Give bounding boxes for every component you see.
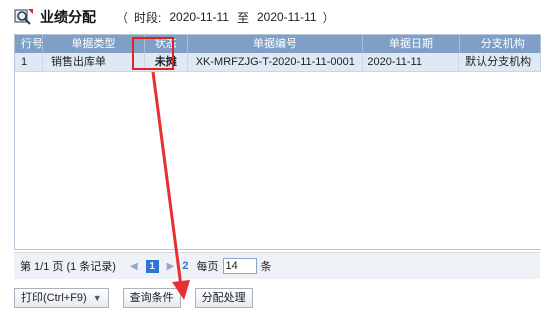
col-header-number[interactable]: 单据编号 bbox=[188, 35, 364, 53]
col-header-branch[interactable]: 分支机构 bbox=[460, 35, 541, 53]
close-paren: ） bbox=[322, 10, 335, 25]
allocate-button[interactable]: 分配处理 bbox=[194, 288, 253, 308]
performance-allocation-window: 业绩分配 （ 时段: 2020-11-11 至 2020-11-11 ） 行号 … bbox=[0, 0, 541, 322]
table-row[interactable]: 1 销售出库单 未摊 XK-MRFZJG-T-2020-11-11-0001 2… bbox=[15, 53, 541, 72]
chevron-down-icon[interactable]: ▼ bbox=[93, 293, 102, 303]
page-info: 第 1/1 页 (1 条记录) bbox=[20, 261, 116, 273]
start-date: 2020-11-11 bbox=[169, 10, 229, 24]
bottom-toolbar: 打印(Ctrl+F9) ▼ 查询条件 分配处理 bbox=[14, 288, 253, 308]
next-page-icon[interactable]: ▶ bbox=[167, 261, 175, 272]
per-page-label: 每页 bbox=[196, 261, 219, 273]
cell-rowno: 1 bbox=[15, 53, 43, 71]
end-date: 2020-11-11 bbox=[256, 10, 317, 24]
cell-branch: 默认分支机构 bbox=[459, 53, 541, 71]
page-nav: ◀ 1 ▶ 2 bbox=[126, 259, 189, 273]
query-conditions-button[interactable]: 查询条件 bbox=[122, 288, 181, 308]
open-paren: （ bbox=[116, 10, 129, 25]
col-header-type[interactable]: 单据类型 bbox=[43, 35, 146, 53]
prev-page-icon[interactable]: ◀ bbox=[130, 261, 138, 272]
col-header-date[interactable]: 单据日期 bbox=[363, 35, 460, 53]
grid-header: 行号 单据类型 状态 单据编号 单据日期 分支机构 bbox=[15, 35, 541, 53]
cell-number: XK-MRFZJG-T-2020-11-11-0001 bbox=[188, 53, 364, 71]
status-highlight-box bbox=[132, 37, 174, 70]
page-title: 业绩分配 bbox=[40, 9, 96, 25]
to-label: 至 bbox=[236, 10, 249, 25]
title-bar: 业绩分配 （ 时段: 2020-11-11 至 2020-11-11 ） bbox=[14, 6, 341, 28]
allocation-icon bbox=[14, 8, 34, 26]
col-header-rowno[interactable]: 行号 bbox=[15, 35, 43, 53]
cell-type: 销售出库单 bbox=[43, 53, 145, 71]
per-page-input[interactable]: 14 bbox=[222, 258, 257, 274]
page-2-link[interactable]: 2 bbox=[182, 260, 188, 272]
per-page-unit: 条 bbox=[260, 261, 272, 273]
period-label: 时段: bbox=[134, 10, 162, 25]
pager-bar: 第 1/1 页 (1 条记录) ◀ 1 ▶ 2 每页 14 条 bbox=[14, 252, 540, 279]
document-grid[interactable]: 行号 单据类型 状态 单据编号 单据日期 分支机构 1 销售出库单 未摊 XK-… bbox=[14, 34, 541, 250]
print-button[interactable]: 打印(Ctrl+F9) ▼ bbox=[14, 288, 109, 308]
print-button-label: 打印(Ctrl+F9) bbox=[21, 292, 87, 304]
current-page-button[interactable]: 1 bbox=[145, 259, 159, 273]
cell-date: 2020-11-11 bbox=[363, 53, 460, 71]
